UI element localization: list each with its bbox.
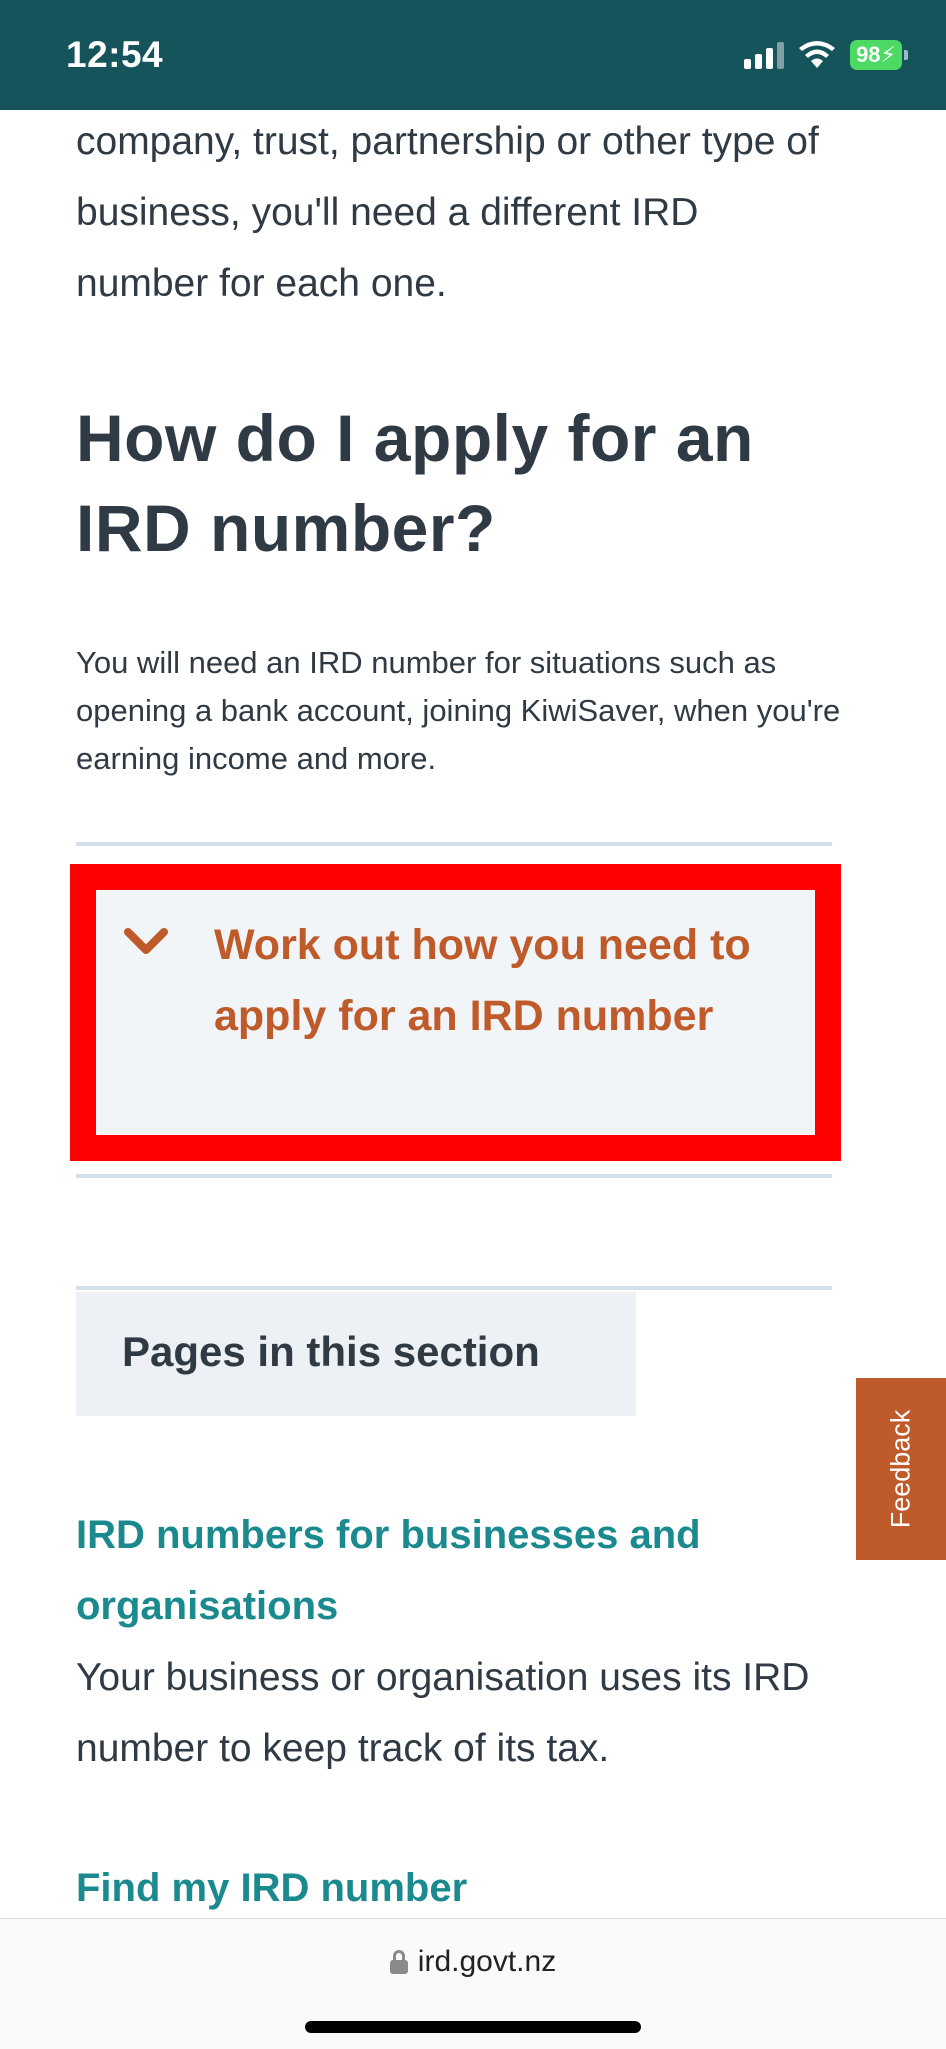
page-heading: How do I apply for an IRD number? bbox=[76, 401, 754, 565]
find-ird-number-link[interactable]: Find my IRD number bbox=[76, 1853, 856, 1924]
section-title: Pages in this section bbox=[122, 1328, 540, 1375]
main-content: company, trust, partnership or other typ… bbox=[76, 110, 840, 783]
apply-accordion-toggle[interactable]: Work out how you need to apply for an IR… bbox=[96, 890, 815, 1135]
browser-address-bar: ird.govt.nz bbox=[0, 1918, 946, 2049]
battery-level: 98⚡ bbox=[850, 40, 902, 70]
status-time: 12:54 bbox=[66, 34, 164, 75]
link-description: Your business or organisation uses its I… bbox=[76, 1656, 810, 1770]
url-field[interactable]: ird.govt.nz bbox=[80, 1927, 866, 1997]
section-heading-box: Pages in this section bbox=[76, 1292, 636, 1416]
businesses-organisations-link[interactable]: IRD numbers for businesses and organisat… bbox=[76, 1500, 856, 1642]
wifi-icon bbox=[799, 41, 836, 68]
intro-paragraph: company, trust, partnership or other typ… bbox=[76, 120, 819, 305]
accordion-top-divider bbox=[76, 842, 832, 846]
url-text: ird.govt.nz bbox=[417, 1945, 557, 1978]
accordion-title: Work out how you need to apply for an IR… bbox=[214, 921, 751, 1040]
list-item: Find my IRD number bbox=[76, 1853, 856, 1924]
list-item: IRD numbers for businesses and organisat… bbox=[76, 1500, 856, 1784]
feedback-label: Feedback bbox=[885, 1409, 916, 1529]
accordion-bottom-divider bbox=[76, 1174, 832, 1178]
home-indicator[interactable] bbox=[305, 2021, 641, 2033]
feedback-button[interactable]: Feedback bbox=[856, 1378, 946, 1560]
status-bar: 12:54 98⚡ bbox=[0, 0, 946, 110]
lead-paragraph: You will need an IRD number for situatio… bbox=[76, 645, 841, 776]
section-divider bbox=[76, 1286, 832, 1290]
chevron-down-icon bbox=[124, 928, 168, 954]
lock-icon bbox=[389, 1950, 408, 1974]
cellular-signal-icon bbox=[744, 41, 785, 69]
battery-icon: 98⚡ bbox=[850, 40, 908, 70]
highlighted-accordion-frame: Work out how you need to apply for an IR… bbox=[70, 864, 841, 1161]
status-icons: 98⚡ bbox=[744, 40, 908, 70]
